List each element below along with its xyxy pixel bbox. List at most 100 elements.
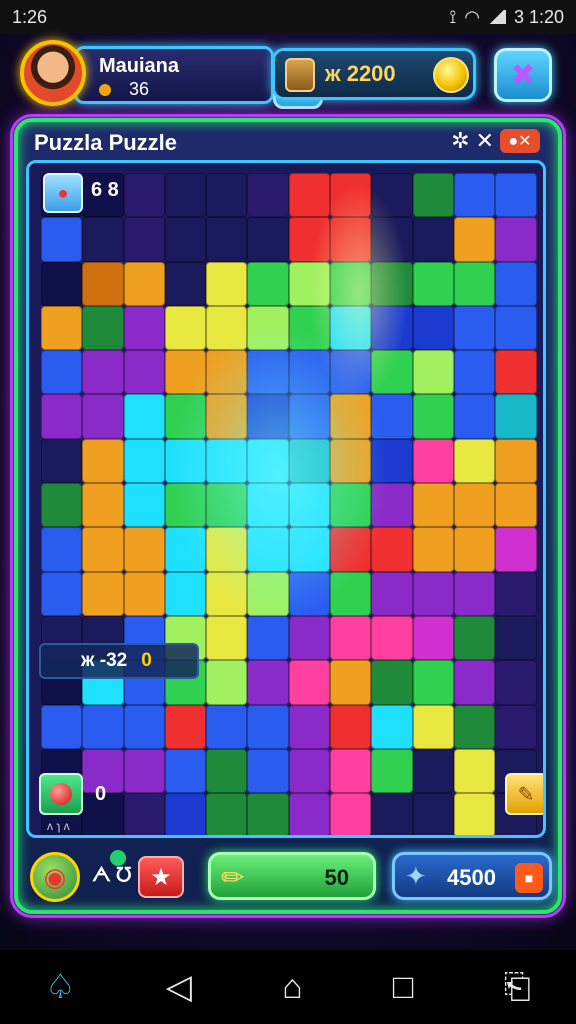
puzzle-piece[interactable] — [495, 350, 537, 395]
puzzle-piece[interactable] — [371, 350, 413, 395]
back-icon[interactable]: ◁ — [166, 967, 192, 1007]
puzzle-piece[interactable] — [412, 305, 454, 351]
puzzle-piece[interactable] — [288, 438, 331, 484]
puzzle-piece[interactable] — [330, 615, 372, 661]
puzzle-piece[interactable] — [123, 704, 165, 749]
puzzle-piece[interactable] — [82, 527, 124, 572]
puzzle-piece[interactable] — [123, 527, 165, 572]
puzzle-piece[interactable] — [164, 217, 207, 262]
puzzle-piece[interactable] — [288, 173, 331, 218]
puzzle-piece[interactable] — [247, 704, 289, 749]
puzzle-piece[interactable] — [164, 173, 207, 218]
puzzle-piece[interactable] — [412, 350, 454, 395]
puzzle-piece[interactable] — [206, 173, 248, 218]
puzzle-piece[interactable] — [412, 217, 454, 262]
puzzle-piece[interactable] — [123, 350, 165, 395]
puzzle-piece[interactable] — [371, 748, 413, 794]
puzzle-piece[interactable] — [288, 793, 331, 835]
puzzle-piece[interactable] — [453, 350, 496, 395]
puzzle-piece[interactable] — [288, 261, 331, 306]
puzzle-piece[interactable] — [41, 527, 83, 572]
puzzle-piece[interactable] — [495, 660, 537, 705]
exit-button[interactable]: ●✕ — [500, 129, 540, 153]
puzzle-piece[interactable] — [453, 394, 496, 439]
puzzle-piece[interactable] — [288, 748, 331, 794]
puzzle-piece[interactable] — [495, 173, 537, 218]
puzzle-piece[interactable] — [82, 217, 124, 262]
star-button[interactable]: ★ — [138, 856, 184, 898]
puzzle-piece[interactable] — [288, 350, 331, 395]
puzzle-piece[interactable] — [247, 483, 289, 528]
puzzle-piece[interactable] — [330, 261, 372, 306]
puzzle-piece[interactable] — [453, 438, 496, 484]
puzzle-piece[interactable] — [82, 483, 124, 528]
puzzle-piece[interactable] — [164, 483, 207, 528]
puzzle-piece[interactable] — [371, 615, 413, 661]
bomb-powerup-button[interactable] — [39, 773, 83, 815]
puzzle-piece[interactable] — [371, 217, 413, 262]
puzzle-piece[interactable] — [206, 438, 248, 484]
puzzle-menu-button[interactable]: ✖ — [494, 48, 552, 102]
puzzle-piece[interactable] — [164, 527, 207, 572]
puzzle-piece[interactable] — [453, 261, 496, 306]
puzzle-piece[interactable] — [206, 793, 248, 835]
puzzle-piece[interactable] — [82, 704, 124, 749]
piece-tray-button[interactable]: ● — [43, 173, 83, 213]
puzzle-piece[interactable] — [41, 571, 83, 616]
puzzle-piece[interactable] — [82, 438, 124, 484]
puzzle-piece[interactable] — [330, 350, 372, 395]
puzzle-piece[interactable] — [371, 793, 413, 835]
puzzle-piece[interactable] — [164, 704, 207, 749]
puzzle-piece[interactable] — [247, 305, 289, 351]
puzzle-piece[interactable] — [82, 305, 124, 351]
puzzle-piece[interactable] — [206, 748, 248, 794]
puzzle-piece[interactable] — [123, 438, 165, 484]
puzzle-piece[interactable] — [330, 527, 372, 572]
puzzle-piece[interactable] — [82, 261, 124, 306]
puzzle-piece[interactable] — [495, 483, 537, 528]
puzzle-piece[interactable] — [288, 660, 331, 705]
puzzle-piece[interactable] — [495, 305, 537, 351]
puzzle-piece[interactable] — [412, 793, 454, 835]
puzzle-piece[interactable] — [247, 350, 289, 395]
puzzle-piece[interactable] — [495, 571, 537, 616]
puzzle-piece[interactable] — [247, 217, 289, 262]
puzzle-piece[interactable] — [164, 305, 207, 351]
puzzle-piece[interactable] — [164, 350, 207, 395]
puzzle-piece[interactable] — [412, 615, 454, 661]
puzzle-piece[interactable] — [288, 217, 331, 262]
puzzle-piece[interactable] — [330, 571, 372, 616]
puzzle-piece[interactable] — [453, 305, 496, 351]
puzzle-piece[interactable] — [123, 394, 165, 439]
app-brand-icon[interactable]: ♤ — [45, 967, 75, 1007]
puzzle-piece[interactable] — [288, 571, 331, 616]
puzzle-piece[interactable] — [371, 173, 413, 218]
screenshot-icon[interactable]: ⎗ — [504, 968, 531, 1007]
puzzle-piece[interactable] — [247, 527, 289, 572]
puzzle-piece[interactable] — [206, 305, 248, 351]
puzzle-piece[interactable] — [330, 660, 372, 705]
puzzle-piece[interactable] — [247, 261, 289, 306]
puzzle-piece[interactable] — [206, 527, 248, 572]
puzzle-piece[interactable] — [123, 173, 165, 218]
puzzle-piece[interactable] — [206, 350, 248, 395]
puzzle-piece[interactable] — [164, 394, 207, 439]
puzzle-piece[interactable] — [41, 483, 83, 528]
close-icon[interactable]: ✕ — [476, 128, 494, 154]
puzzle-piece[interactable] — [206, 394, 248, 439]
sparkle-icon[interactable]: ✲ — [451, 128, 469, 154]
puzzle-piece[interactable] — [330, 217, 372, 262]
puzzle-piece[interactable] — [412, 571, 454, 616]
coin-balance[interactable]: ж 2200 — [272, 48, 476, 100]
puzzle-piece[interactable] — [41, 704, 83, 749]
puzzle-piece[interactable] — [164, 261, 207, 306]
puzzle-piece[interactable] — [288, 615, 331, 661]
puzzle-piece[interactable] — [453, 571, 496, 616]
puzzle-piece[interactable] — [453, 615, 496, 661]
puzzle-piece[interactable] — [371, 261, 413, 306]
puzzle-piece[interactable] — [412, 261, 454, 306]
puzzle-piece[interactable] — [123, 483, 165, 528]
puzzle-piece[interactable] — [206, 217, 248, 262]
puzzle-piece[interactable] — [495, 438, 537, 484]
puzzle-piece[interactable] — [41, 350, 83, 395]
